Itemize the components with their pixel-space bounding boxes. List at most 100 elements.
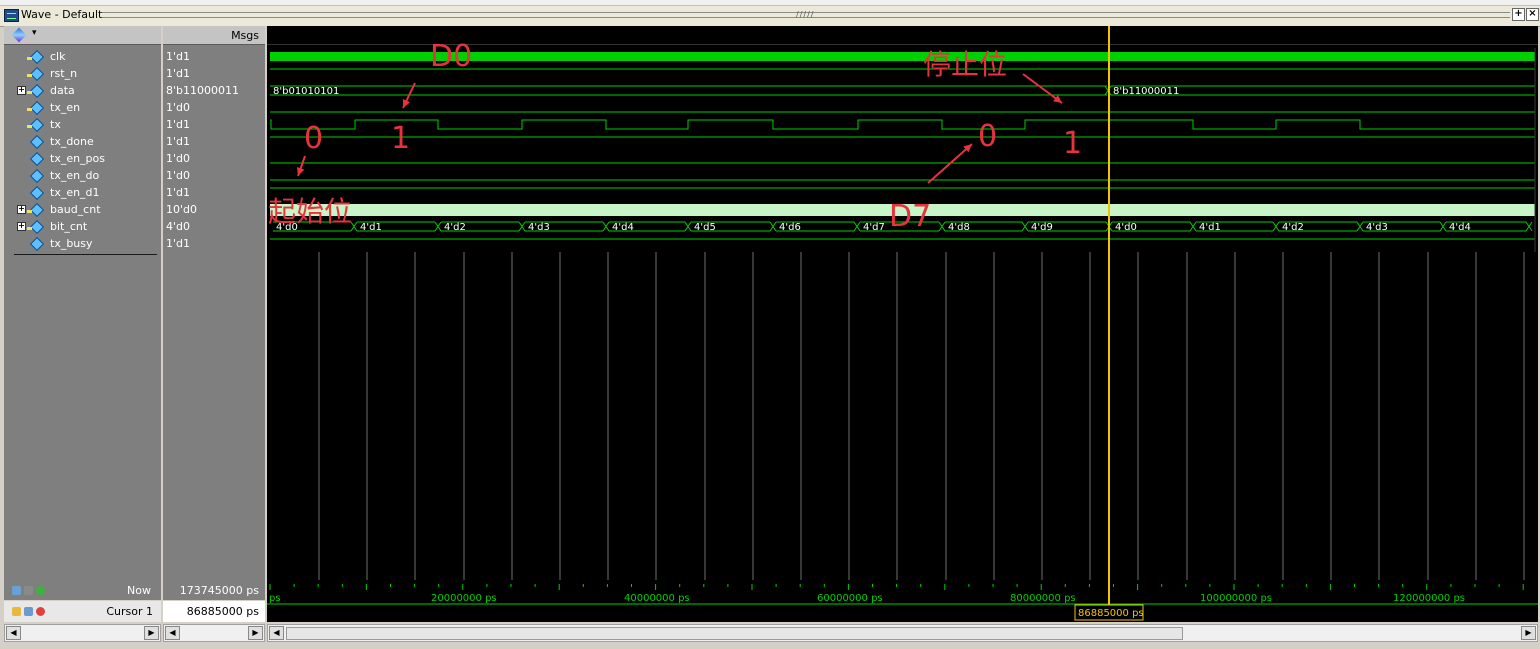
delete-cursor-icon[interactable] — [36, 607, 45, 616]
signal-row-clk[interactable]: clk — [4, 48, 161, 65]
grip-handle-icon[interactable]: ///// — [796, 10, 814, 19]
bit-cnt-label: 4'd4 — [612, 222, 634, 233]
cursor-value: 86885000 ps — [186, 605, 259, 618]
signal-diamond-icon — [30, 135, 42, 147]
signal-value: 1'd1 — [166, 237, 191, 250]
signal-row-bit_cnt[interactable]: + bit_cnt — [4, 218, 161, 235]
now-edit-icon[interactable] — [24, 586, 33, 595]
wave-hscrollbar[interactable]: ◀ ▶ — [267, 624, 1538, 642]
scroll-right-arrow-icon[interactable]: ▶ — [248, 626, 263, 640]
signal-diamond-icon — [27, 50, 42, 62]
signal-value-row-tx_en_pos: 1'd0 — [163, 150, 265, 167]
signal-name: tx — [50, 118, 61, 131]
close-button[interactable]: × — [1526, 8, 1539, 21]
now-insert-icon[interactable] — [36, 586, 45, 595]
signal-value: 1'd1 — [166, 135, 191, 148]
signal-diamond-icon — [30, 152, 42, 164]
timeline-canvas[interactable]: ps 20000000 ps 40000000 ps 60000000 ps 80000… — [267, 580, 1538, 622]
timeline-label: 80000000 ps — [1010, 593, 1076, 604]
names-hscrollbar[interactable]: ◀ ▶ — [4, 624, 161, 642]
timeline-ruler[interactable]: ps 20000000 ps 40000000 ps 60000000 ps 80000… — [267, 580, 1538, 622]
signal-value-row-rst_n: 1'd1 — [163, 65, 265, 82]
bit-cnt-label: 4'd9 — [1031, 222, 1053, 233]
signal-value: 1'd1 — [166, 186, 191, 199]
bit-cnt-label: 4'd1 — [360, 222, 382, 233]
signal-value-row-tx_en: 1'd0 — [163, 99, 265, 116]
top-strip — [0, 0, 1540, 6]
signal-row-tx[interactable]: tx — [4, 116, 161, 133]
bit-cnt-label: 4'd7 — [863, 222, 885, 233]
wrench-icon[interactable] — [24, 607, 33, 616]
signal-value: 1'd0 — [166, 101, 191, 114]
msgs-header-label: Msgs — [231, 29, 259, 42]
signal-value: 1'd0 — [166, 152, 191, 165]
signal-row-baud_cnt[interactable]: + baud_cnt — [4, 201, 161, 218]
annotation-bit1_b: 1 — [1063, 126, 1082, 161]
bit-cnt-label: 4'd1 — [1199, 222, 1221, 233]
signal-name: tx_busy — [50, 237, 93, 250]
bit-cnt-label: 4'd2 — [444, 222, 466, 233]
cursor-row-label-cell[interactable]: Cursor 1 — [4, 601, 161, 622]
signal-value-row-bit_cnt: 4'd0 — [163, 218, 265, 235]
chevron-down-icon[interactable]: ▾ — [32, 28, 37, 38]
names-header: ▾ — [4, 26, 161, 45]
undock-button[interactable]: + — [1512, 8, 1525, 21]
signal-diamond-icon — [27, 203, 42, 215]
scroll-left-arrow-icon[interactable]: ◀ — [269, 626, 284, 640]
bit-cnt-label: 4'd2 — [1282, 222, 1304, 233]
signal-value-row-baud_cnt: 10'd0 — [163, 201, 265, 218]
values-hscrollbar[interactable]: ◀ ▶ — [163, 624, 265, 642]
signal-row-rst_n[interactable]: rst_n — [4, 65, 161, 82]
signal-name: tx_done — [50, 135, 94, 148]
scroll-right-arrow-icon[interactable]: ▶ — [1521, 626, 1536, 640]
signal-value: 10'd0 — [166, 203, 198, 216]
annotation-d7: D7 — [889, 199, 931, 234]
data-bus-label: 8'b11000011 — [1113, 86, 1179, 97]
scroll-left-arrow-icon[interactable]: ◀ — [6, 626, 21, 640]
cursor-value-cell: 86885000 ps — [163, 601, 265, 622]
rows-end-separator — [14, 254, 157, 255]
bit-cnt-label: 4'd8 — [948, 222, 970, 233]
cursor-area: Now 173745000 ps Cursor 1 86885000 ps ps… — [0, 580, 1540, 649]
signal-row-tx_en[interactable]: tx_en — [4, 99, 161, 116]
cursor-marker-label: 86885000 ps — [1078, 608, 1144, 619]
signal-name: rst_n — [50, 67, 78, 80]
wave-diamond-icon[interactable] — [11, 27, 27, 43]
signal-row-tx_en_do[interactable]: tx_en_do — [4, 167, 161, 184]
now-label: Now — [127, 584, 151, 597]
bit-cnt-label: 4'd0 — [1115, 222, 1137, 233]
expand-icon[interactable]: + — [17, 205, 26, 214]
bit-cnt-label: 4'd4 — [1449, 222, 1471, 233]
signal-value: 8'b11000011 — [166, 84, 239, 97]
signal-row-tx_busy[interactable]: tx_busy — [4, 235, 161, 252]
now-value: 173745000 ps — [179, 584, 259, 597]
signal-diamond-icon — [30, 237, 42, 249]
expand-icon[interactable]: + — [17, 222, 26, 231]
signal-diamond-icon — [30, 186, 42, 198]
annotation-bit0_a: 0 — [304, 121, 323, 156]
scroll-right-arrow-icon[interactable]: ▶ — [144, 626, 159, 640]
signal-diamond-icon — [27, 101, 42, 113]
signal-row-tx_en_pos[interactable]: tx_en_pos — [4, 150, 161, 167]
signal-value-row-tx_en_do: 1'd0 — [163, 167, 265, 184]
expand-icon[interactable]: + — [17, 86, 26, 95]
timeline-label: 40000000 ps — [624, 593, 690, 604]
now-add-icon[interactable] — [12, 586, 21, 595]
signal-name: bit_cnt — [50, 220, 88, 233]
signal-value: 1'd0 — [166, 169, 191, 182]
waveform-pane[interactable]: 8'b01010101 8'b11000011 4'd0 4'd1 4'd2 4'd3 4'… — [267, 26, 1538, 580]
signal-value-row-tx: 1'd1 — [163, 116, 265, 133]
signal-name: baud_cnt — [50, 203, 101, 216]
signal-row-tx_en_d1[interactable]: tx_en_d1 — [4, 184, 161, 201]
annotation-start_bit: 起始位 — [268, 195, 352, 228]
signal-name: tx_en_do — [50, 169, 100, 182]
signal-row-tx_done[interactable]: tx_done — [4, 133, 161, 150]
lock-icon[interactable] — [12, 607, 21, 616]
signal-row-data[interactable]: + data — [4, 82, 161, 99]
scroll-left-arrow-icon[interactable]: ◀ — [165, 626, 180, 640]
waveform-canvas[interactable]: 8'b01010101 8'b11000011 4'd0 4'd1 4'd2 4'd3 4'… — [267, 26, 1538, 580]
signal-diamond-icon — [27, 118, 42, 130]
signal-diamond-icon — [30, 169, 42, 181]
wave-scroll-thumb[interactable] — [286, 627, 1183, 640]
now-row-label-cell: Now — [4, 580, 161, 600]
